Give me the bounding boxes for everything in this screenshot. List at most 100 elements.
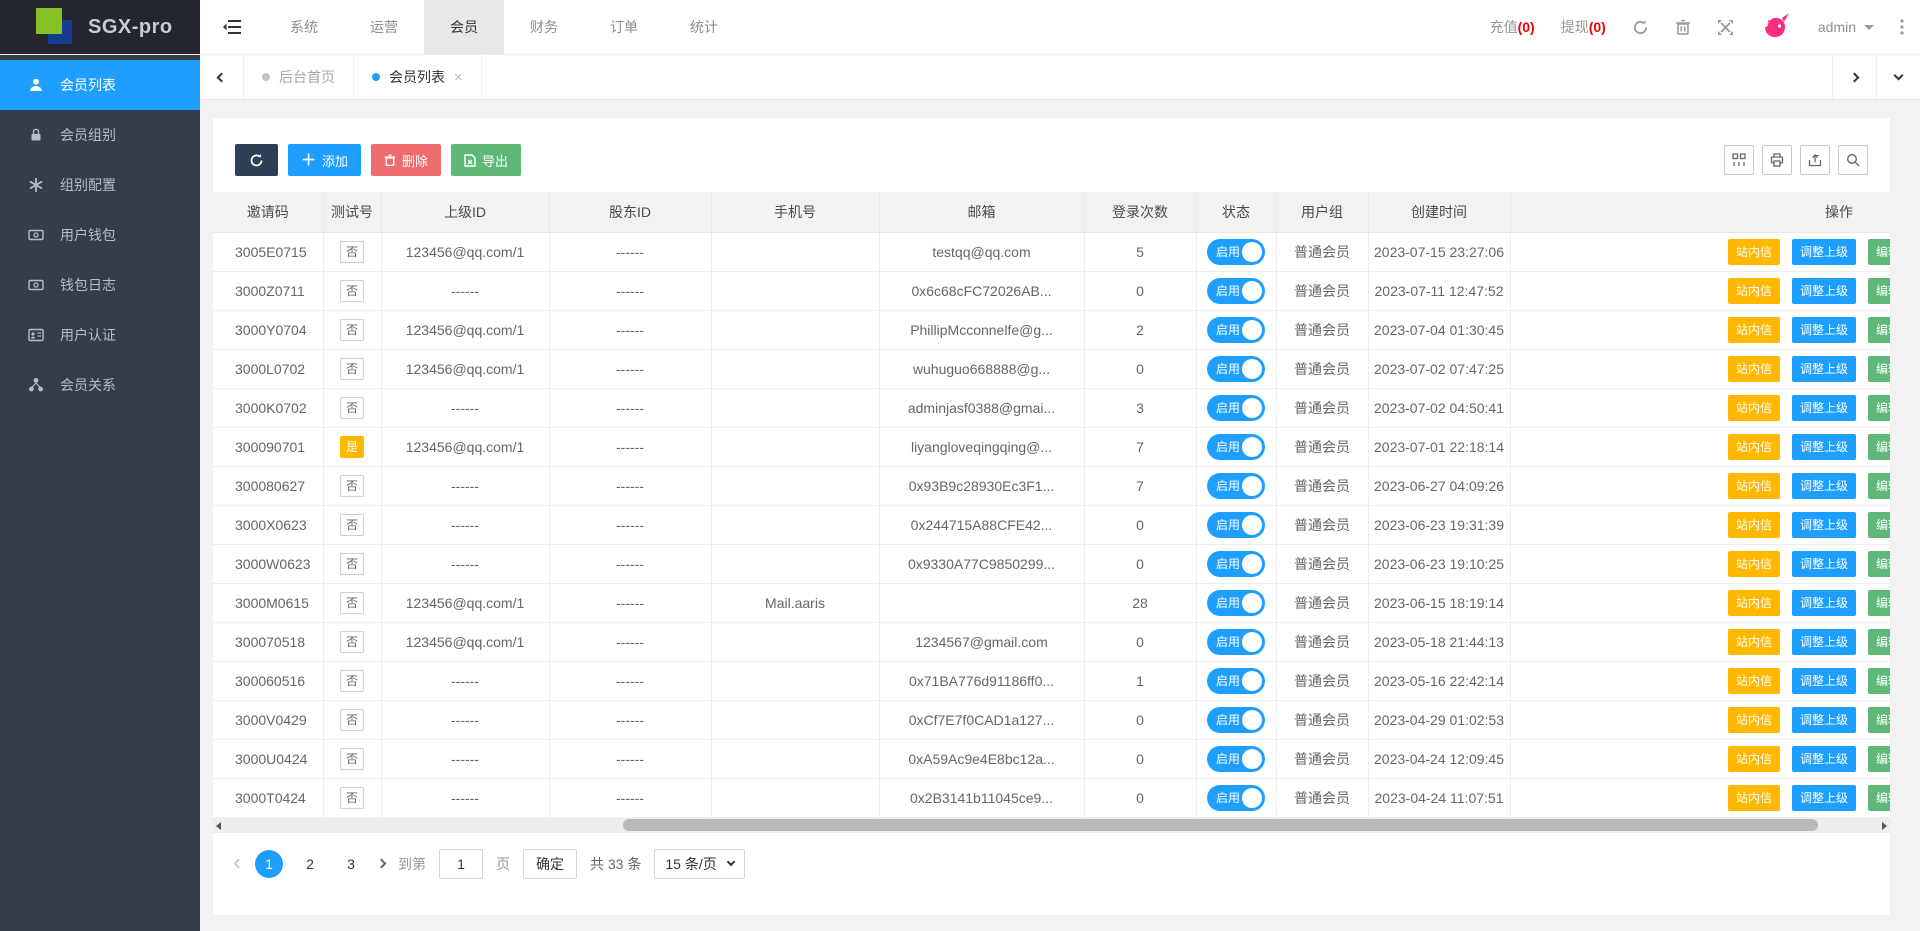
tabs-scroll-left-button[interactable] (200, 55, 244, 99)
edit-button[interactable]: 编辑 (1867, 394, 1890, 421)
edit-button[interactable]: 编辑 (1867, 511, 1890, 538)
status-toggle[interactable]: 启用 (1207, 589, 1265, 616)
edit-button[interactable]: 编辑 (1867, 433, 1890, 460)
col-test-flag[interactable]: 测试号 (323, 192, 382, 233)
adjust-upline-button[interactable]: 调整上级 (1791, 628, 1856, 655)
status-toggle[interactable]: 启用 (1207, 628, 1265, 655)
recharge-link[interactable]: 充值(0) (1490, 17, 1535, 37)
status-toggle[interactable]: 启用 (1207, 745, 1265, 772)
col-created-at[interactable]: 创建时间 (1368, 192, 1511, 233)
sidebar-item-2[interactable]: 组别配置 (0, 160, 200, 210)
adjust-upline-button[interactable]: 调整上级 (1791, 355, 1856, 382)
top-nav-item-0[interactable]: 系统 (264, 0, 344, 54)
status-toggle[interactable]: 启用 (1207, 511, 1265, 538)
edit-button[interactable]: 编辑 (1867, 706, 1890, 733)
tab-0[interactable]: 后台首页 × (244, 55, 354, 99)
site-message-button[interactable]: 站内信 (1727, 238, 1780, 265)
tabs-menu-button[interactable] (1876, 55, 1920, 99)
edit-button[interactable]: 编辑 (1867, 589, 1890, 616)
col-actions[interactable]: 操作 (1510, 192, 1890, 233)
page-button-1[interactable]: 2 (296, 850, 324, 878)
tabs-scroll-right-button[interactable] (1832, 55, 1876, 99)
col-email[interactable]: 邮箱 (879, 192, 1085, 233)
adjust-upline-button[interactable]: 调整上级 (1791, 277, 1856, 304)
export-members-button[interactable]: 导出 (451, 144, 522, 176)
scroll-left-arrow-icon[interactable] (216, 821, 221, 830)
status-toggle[interactable]: 启用 (1207, 316, 1265, 343)
status-toggle[interactable]: 启用 (1207, 355, 1265, 382)
collapse-menu-icon[interactable] (200, 0, 264, 54)
sidebar-item-1[interactable]: 会员组别 (0, 110, 200, 160)
site-message-button[interactable]: 站内信 (1727, 745, 1780, 772)
next-page-button[interactable] (376, 858, 387, 869)
status-toggle[interactable]: 启用 (1207, 706, 1265, 733)
site-message-button[interactable]: 站内信 (1727, 394, 1780, 421)
add-member-button[interactable]: ＋ 添加 (288, 144, 362, 176)
page-button-0[interactable]: 1 (255, 849, 283, 878)
sidebar-item-6[interactable]: 会员关系 (0, 360, 200, 410)
search-icon[interactable] (1838, 145, 1868, 175)
status-toggle[interactable]: 启用 (1207, 667, 1265, 694)
edit-button[interactable]: 编辑 (1867, 667, 1890, 694)
withdraw-link[interactable]: 提现(0) (1561, 17, 1606, 37)
tab-1[interactable]: 会员列表 × (354, 55, 482, 99)
status-toggle[interactable]: 启用 (1207, 433, 1265, 460)
status-toggle[interactable]: 启用 (1207, 238, 1265, 265)
fullscreen-icon[interactable] (1717, 19, 1734, 36)
site-message-button[interactable]: 站内信 (1727, 706, 1780, 733)
status-toggle[interactable]: 启用 (1207, 277, 1265, 304)
edit-button[interactable]: 编辑 (1867, 316, 1890, 343)
col-invite-code[interactable]: 邀请码 (213, 192, 324, 233)
site-message-button[interactable]: 站内信 (1727, 433, 1780, 460)
col-upline-id[interactable]: 上级ID (381, 192, 550, 233)
sidebar-item-3[interactable]: 用户钱包 (0, 210, 200, 260)
top-nav-item-5[interactable]: 统计 (664, 0, 744, 54)
adjust-upline-button[interactable]: 调整上级 (1791, 784, 1856, 811)
status-toggle[interactable]: 启用 (1207, 472, 1265, 499)
delete-members-button[interactable]: 删除 (371, 144, 442, 176)
col-user-group[interactable]: 用户组 (1276, 192, 1369, 233)
status-toggle[interactable]: 启用 (1207, 784, 1265, 811)
adjust-upline-button[interactable]: 调整上级 (1791, 472, 1856, 499)
scroll-right-arrow-icon[interactable] (1882, 821, 1887, 830)
status-toggle[interactable]: 启用 (1207, 550, 1265, 577)
kebab-menu-icon[interactable] (1900, 19, 1904, 35)
print-icon[interactable] (1762, 145, 1792, 175)
trash-icon[interactable] (1675, 19, 1691, 36)
adjust-upline-button[interactable]: 调整上级 (1791, 316, 1856, 343)
site-message-button[interactable]: 站内信 (1727, 589, 1780, 616)
edit-button[interactable]: 编辑 (1867, 472, 1890, 499)
edit-button[interactable]: 编辑 (1867, 550, 1890, 577)
adjust-upline-button[interactable]: 调整上级 (1791, 433, 1856, 460)
columns-icon[interactable] (1724, 145, 1754, 175)
status-toggle[interactable]: 启用 (1207, 394, 1265, 421)
sidebar-item-4[interactable]: 钱包日志 (0, 260, 200, 310)
unicorn-avatar[interactable] (1760, 11, 1792, 43)
site-message-button[interactable]: 站内信 (1727, 667, 1780, 694)
site-message-button[interactable]: 站内信 (1727, 628, 1780, 655)
col-login-count[interactable]: 登录次数 (1084, 192, 1197, 233)
top-nav-item-2[interactable]: 会员 (424, 0, 504, 54)
refresh-icon[interactable] (1632, 19, 1649, 36)
adjust-upline-button[interactable]: 调整上级 (1791, 745, 1856, 772)
goto-page-input[interactable] (439, 848, 483, 879)
col-shareholder-id[interactable]: 股东ID (549, 192, 712, 233)
site-message-button[interactable]: 站内信 (1727, 550, 1780, 577)
top-nav-item-1[interactable]: 运营 (344, 0, 424, 54)
tab-close-icon[interactable]: × (454, 70, 463, 85)
adjust-upline-button[interactable]: 调整上级 (1791, 550, 1856, 577)
edit-button[interactable]: 编辑 (1867, 745, 1890, 772)
edit-button[interactable]: 编辑 (1867, 355, 1890, 382)
site-message-button[interactable]: 站内信 (1727, 472, 1780, 499)
page-button-2[interactable]: 3 (337, 850, 365, 878)
admin-menu[interactable]: admin (1818, 19, 1874, 35)
adjust-upline-button[interactable]: 调整上级 (1791, 511, 1856, 538)
adjust-upline-button[interactable]: 调整上级 (1791, 667, 1856, 694)
confirm-page-button[interactable]: 确定 (523, 848, 577, 879)
horizontal-scrollbar[interactable] (213, 817, 1890, 833)
top-nav-item-4[interactable]: 订单 (584, 0, 664, 54)
edit-button[interactable]: 编辑 (1867, 628, 1890, 655)
sidebar-item-5[interactable]: 用户认证 (0, 310, 200, 360)
site-message-button[interactable]: 站内信 (1727, 316, 1780, 343)
refresh-table-button[interactable] (235, 144, 278, 176)
